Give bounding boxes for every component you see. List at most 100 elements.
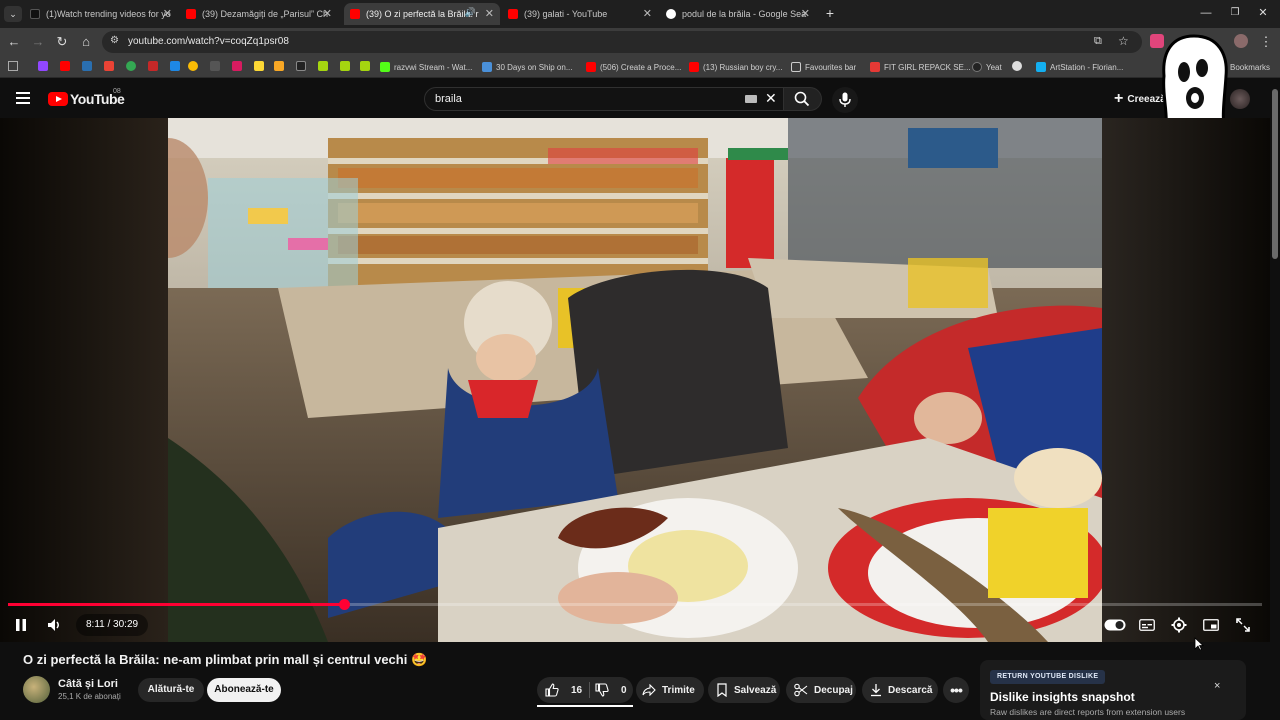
hamburger-menu-icon[interactable] xyxy=(16,92,30,104)
chrome-menu-icon[interactable]: ⋮ xyxy=(1258,34,1274,50)
clear-search-icon[interactable]: ✕ xyxy=(765,90,777,107)
profile-avatar[interactable] xyxy=(1234,34,1248,48)
bookmark-icon[interactable] xyxy=(188,61,198,71)
bookmark-label: FIT GIRL REPACK SE... xyxy=(884,62,971,72)
bookmark-icon[interactable] xyxy=(274,61,284,71)
bookmark-star-icon[interactable]: ☆ xyxy=(1118,34,1129,48)
join-button[interactable]: Alătură-te xyxy=(138,678,204,702)
tab-tiktok[interactable]: (1)Watch trending videos for yo ✕ xyxy=(30,3,178,25)
apps-icon[interactable] xyxy=(8,61,18,71)
youtube-icon xyxy=(186,9,196,19)
maximize-icon[interactable]: ❐ xyxy=(1227,5,1243,21)
keyboard-icon[interactable] xyxy=(745,95,757,103)
forward-icon[interactable]: → xyxy=(30,34,46,50)
tab-close-icon[interactable]: ✕ xyxy=(163,7,172,20)
search-button[interactable] xyxy=(784,87,822,111)
maps-icon[interactable] xyxy=(126,61,136,71)
fullscreen-button[interactable] xyxy=(1232,615,1254,635)
subscribe-button[interactable]: Abonează-te xyxy=(207,678,281,702)
bookmark-fitgirl[interactable]: FIT GIRL REPACK SE... xyxy=(870,60,971,74)
bookmark-yeat[interactable]: Yeat xyxy=(972,60,1002,74)
tab-close-icon[interactable]: ✕ xyxy=(485,7,494,20)
channel-name[interactable]: Câtă și Lori xyxy=(58,678,118,690)
youtube-logo-icon[interactable] xyxy=(48,92,68,106)
bookmark-icon[interactable] xyxy=(318,61,328,71)
autoplay-toggle[interactable] xyxy=(1104,615,1126,635)
share-label: Trimite xyxy=(662,684,695,696)
search-box[interactable]: braila ✕ xyxy=(424,87,784,111)
tab-galati[interactable]: (39) galati - YouTube ✕ xyxy=(508,3,658,25)
more-actions-button[interactable]: ••• xyxy=(943,677,969,703)
gmail-icon[interactable] xyxy=(104,61,114,71)
like-count: 16 xyxy=(571,684,583,696)
progress-bar[interactable] xyxy=(8,599,1262,610)
captions-button[interactable] xyxy=(1136,615,1158,635)
speaker-icon[interactable]: 🔊 xyxy=(465,7,476,18)
reload-icon[interactable]: ↻ xyxy=(54,34,70,50)
dislike-button[interactable]: 0 xyxy=(591,677,633,703)
ryd-close-icon[interactable]: × xyxy=(1214,680,1220,692)
video-player[interactable]: 8:11 / 30:29 xyxy=(0,118,1270,642)
site-info-icon[interactable]: ⚙ xyxy=(110,35,119,46)
twitch-icon[interactable] xyxy=(38,61,48,71)
share-button[interactable]: Trimite xyxy=(636,677,704,703)
bookmark-label: ArtStation - Florian... xyxy=(1050,62,1124,72)
minimize-icon[interactable]: — xyxy=(1198,5,1214,21)
bookmark-russian-boy[interactable]: (13) Russian boy cry... xyxy=(689,60,782,74)
pause-button[interactable] xyxy=(10,615,32,635)
new-tab-icon[interactable]: + xyxy=(822,5,838,21)
bookmark-icon xyxy=(717,683,727,697)
tab-close-icon[interactable]: ✕ xyxy=(323,7,332,20)
window-close-icon[interactable]: ✕ xyxy=(1255,5,1271,21)
bookmark-icon[interactable] xyxy=(1012,61,1022,71)
bookmark-create-process[interactable]: (506) Create a Proce... xyxy=(586,60,681,74)
progress-scrubber[interactable] xyxy=(339,599,351,610)
tab-close-icon[interactable]: ✕ xyxy=(801,7,810,20)
back-icon[interactable]: ← xyxy=(6,34,22,50)
bookmark-30-days[interactable]: 30 Days on Ship on... xyxy=(482,60,573,74)
clip-button[interactable]: Decupaj xyxy=(786,677,856,703)
account-avatar[interactable] xyxy=(1230,89,1250,109)
autoplay-toggle-icon xyxy=(1104,619,1126,631)
download-button[interactable]: Descarcă xyxy=(862,677,938,703)
voice-search-button[interactable] xyxy=(832,87,858,113)
youtube-icon[interactable] xyxy=(60,61,70,71)
tab-dezamagiti[interactable]: (39) Dezamăgiți de „Parisul” Ch ✕ xyxy=(186,3,338,25)
bookmark-icon[interactable] xyxy=(360,61,370,71)
bookmark-favourites-folder[interactable]: Favourites bar xyxy=(791,60,856,74)
all-bookmarks[interactable]: Bookmarks xyxy=(1230,60,1270,74)
bookmark-icon[interactable] xyxy=(148,61,158,71)
tab-close-icon[interactable]: ✕ xyxy=(643,7,652,20)
bookmark-icon[interactable] xyxy=(82,61,92,71)
bookmark-razvwi[interactable]: razvwi Stream - Wat... xyxy=(380,60,472,74)
bookmark-icon[interactable] xyxy=(296,61,306,71)
tab-label: (39) O zi perfectă la Brăila: r xyxy=(366,9,479,19)
search-input[interactable]: braila xyxy=(435,93,462,105)
scrollbar-thumb[interactable] xyxy=(1272,89,1278,259)
video-frame[interactable] xyxy=(168,118,1102,642)
bookmark-icon[interactable] xyxy=(232,61,242,71)
like-button[interactable]: 16 xyxy=(537,677,589,703)
install-app-icon[interactable]: ⧉ xyxy=(1094,35,1102,48)
address-bar[interactable]: ⚙ youtube.com/watch?v=coqZq1psr08 ⧉ ☆ xyxy=(102,31,1142,53)
gear-icon xyxy=(1171,617,1187,633)
tab-label: podul de la brăila - Google Sea xyxy=(682,9,807,19)
scissors-icon xyxy=(794,683,808,697)
tab-podul-braila[interactable]: podul de la brăila - Google Sea ✕ xyxy=(666,3,816,25)
home-icon[interactable]: ⌂ xyxy=(78,34,94,50)
bookmark-icon[interactable] xyxy=(210,61,220,71)
tab-search-icon[interactable]: ⌄ xyxy=(4,6,22,22)
page-scrollbar[interactable] xyxy=(1270,79,1280,720)
bookmark-label: Bookmarks xyxy=(1230,62,1271,72)
channel-avatar[interactable] xyxy=(23,676,50,703)
save-button[interactable]: Salvează xyxy=(708,677,780,703)
mute-button[interactable] xyxy=(44,615,66,635)
bookmark-icon[interactable] xyxy=(340,61,350,71)
bookmark-artstation[interactable]: ArtStation - Florian... xyxy=(1036,60,1123,74)
miniplayer-button[interactable] xyxy=(1200,615,1222,635)
bookmark-icon[interactable] xyxy=(170,61,180,71)
mouse-cursor-icon xyxy=(1194,637,1204,651)
bookmark-icon[interactable] xyxy=(254,61,264,71)
tab-o-zi-perfecta[interactable]: (39) O zi perfectă la Brăila: r 🔊 ✕ xyxy=(344,3,500,25)
settings-button[interactable] xyxy=(1168,615,1190,635)
